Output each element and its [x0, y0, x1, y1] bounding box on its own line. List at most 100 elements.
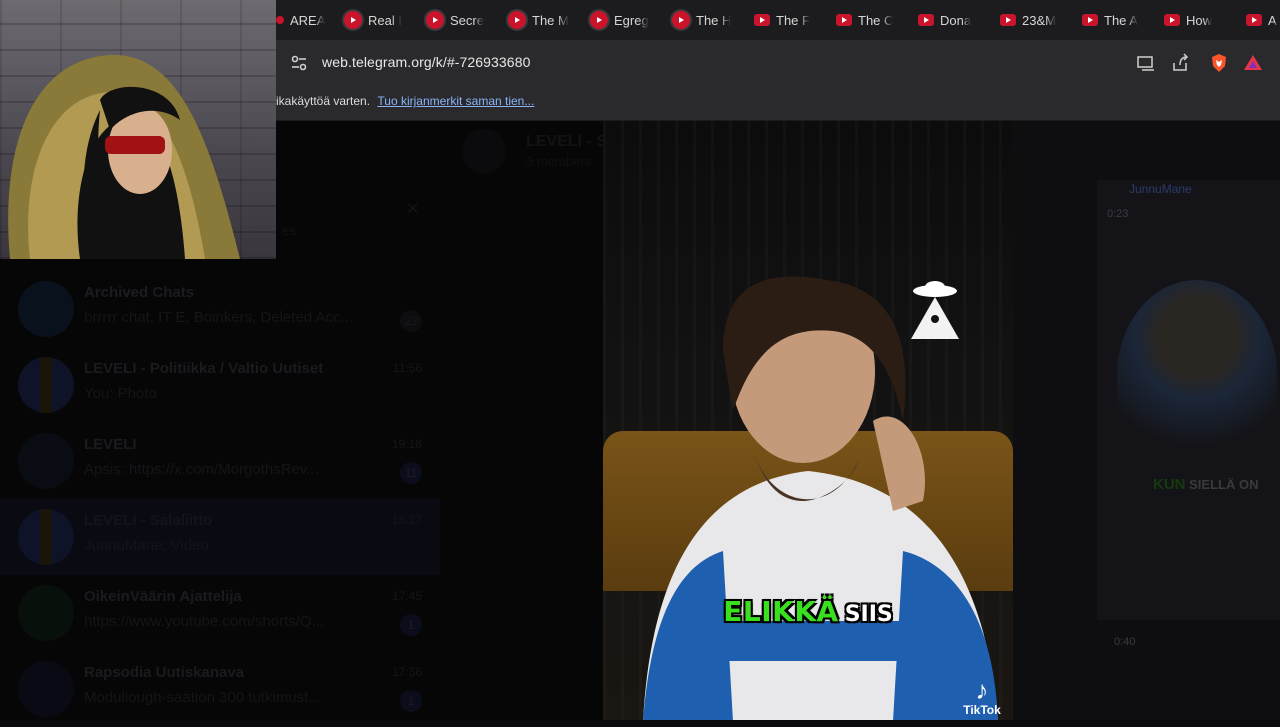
side-caption-rest: SIELLÄ ON: [1189, 477, 1259, 492]
side-caption-highlight: KUN: [1153, 476, 1186, 493]
bookmarks-bar: ikakäyttöä varten. Tuo kirjanmerkit sama…: [276, 86, 1280, 121]
caption-highlight: ELIKKÄ: [723, 595, 839, 628]
chat-title: Archived Chats: [84, 284, 195, 301]
video-duration: 0:40: [1114, 636, 1136, 648]
chat-title: LEVELI: [84, 436, 137, 453]
video-caption: ELIKKÄ SIIS: [603, 595, 1013, 628]
chat-header-title[interactable]: LEVELI - S: [526, 133, 607, 151]
tab-title: A: [1268, 12, 1277, 28]
unread-badge: 1: [400, 690, 422, 712]
browser-tab[interactable]: The H: [662, 0, 744, 40]
chat-avatar: [18, 433, 74, 489]
browser-tab[interactable]: A: [1236, 0, 1280, 40]
browser-tab[interactable]: Egreg: [580, 0, 662, 40]
brave-shield-icon[interactable]: [1209, 53, 1229, 73]
browser-tab[interactable]: The C: [826, 0, 908, 40]
unread-badge: 22: [400, 310, 422, 332]
chat-time: 11:56: [392, 361, 422, 375]
chat-title: LEVELI - Politiikka / Valtio Uutiset: [84, 360, 324, 377]
tab-title: The F: [776, 12, 810, 28]
close-icon[interactable]: ✕: [406, 199, 419, 219]
media-preview-side: JunnuMane 0:23 KUN SIELLÄ ON: [1097, 180, 1280, 620]
chat-title: LEVELI - Salaliitto: [84, 512, 213, 529]
tab-title: Egreg: [614, 12, 649, 28]
tab-title: The H: [696, 12, 732, 28]
youtube-icon: [1000, 14, 1016, 26]
tab-strip: AREA Real I Secre The M Egreg The H The …: [276, 0, 1280, 40]
browser-tab[interactable]: 23&M: [990, 0, 1072, 40]
chat-preview: brrrrr chat, IT E, Boinkers, Deleted Acc…: [84, 309, 353, 326]
caption-rest: SIIS: [844, 602, 893, 627]
tab-title: How: [1186, 12, 1213, 28]
person-figure: [643, 276, 998, 720]
chat-time: 18:27: [391, 513, 422, 527]
chat-item[interactable]: LEVELI - Politiikka / Valtio Uutiset You…: [0, 347, 440, 423]
import-bookmarks-link[interactable]: Tuo kirjanmerkit saman tien...: [377, 94, 534, 108]
youtube-icon: [754, 14, 770, 26]
tab-favicon-icon: [276, 16, 284, 24]
youtube-icon: [508, 11, 526, 29]
browser-tab[interactable]: The F: [744, 0, 826, 40]
webcam-overlay: [0, 0, 276, 259]
site-settings-icon[interactable]: [290, 54, 308, 72]
unread-badge: 1: [400, 614, 422, 636]
tab-title: AREA: [290, 12, 326, 28]
tiktok-label: TikTok: [963, 703, 1001, 717]
chat-avatar: [18, 357, 74, 413]
tab-title: Secre: [450, 12, 484, 28]
browser-tab[interactable]: How: [1154, 0, 1236, 40]
youtube-icon: [918, 14, 934, 26]
browser-tab[interactable]: Real I: [334, 0, 416, 40]
blurred-person: [1117, 280, 1277, 470]
tab-title: The A: [1104, 12, 1138, 28]
chat-preview: Moduliough-saation 300 tutkimust...: [84, 689, 321, 706]
ufo-logo-icon: [911, 281, 959, 339]
chat-header-avatar: [462, 129, 506, 173]
bookmark-hint-text: ikakäyttöä varten.: [276, 94, 371, 108]
browser-tab[interactable]: Secre: [416, 0, 498, 40]
youtube-icon: [344, 11, 362, 29]
browser-tab[interactable]: The M: [498, 0, 580, 40]
browser-tab[interactable]: AREA: [276, 0, 334, 40]
url-input[interactable]: web.telegram.org/k/#-726933680: [322, 54, 530, 70]
chat-list: Archived Chats brrrrr chat, IT E, Boinke…: [0, 271, 440, 727]
youtube-icon: [1082, 14, 1098, 26]
chat-item-active[interactable]: LEVELI - Salaliitto JunnuMane: Video 18:…: [0, 499, 440, 575]
chat-time: 17:45: [391, 589, 422, 603]
install-app-icon[interactable]: [1136, 53, 1156, 73]
chat-preview: Apsis: https://x.com/MorgothsRev...: [84, 461, 319, 478]
browser-tab[interactable]: Dona: [908, 0, 990, 40]
side-caption: KUN SIELLÄ ON: [1153, 476, 1258, 493]
video-duration: 0:23: [1107, 208, 1129, 220]
tiktok-icon: ♪: [975, 675, 989, 705]
chat-preview: You: Photo: [84, 385, 157, 402]
youtube-icon: [1164, 14, 1180, 26]
youtube-icon: [426, 11, 444, 29]
sender-name: JunnuMane: [1129, 182, 1192, 196]
chat-title: Rapsodia Uutiskanava: [84, 664, 245, 681]
brave-rewards-icon[interactable]: [1243, 53, 1263, 73]
tiktok-watermark: ♪ TikTok: [955, 677, 1009, 717]
youtube-icon: [672, 11, 690, 29]
chat-item[interactable]: OikeinVäärin Ajattelija https://www.yout…: [0, 575, 440, 651]
tab-title: Real I: [368, 12, 402, 28]
chat-preview: https://www.youtube.com/shorts/Q...: [84, 613, 325, 630]
youtube-icon: [590, 11, 608, 29]
chat-item[interactable]: LEVELI Apsis: https://x.com/MorgothsRev.…: [0, 423, 440, 499]
chat-title: OikeinVäärin Ajattelija: [84, 588, 242, 605]
chat-item-archived[interactable]: Archived Chats brrrrr chat, IT E, Boinke…: [0, 271, 440, 347]
tab-title: The C: [858, 12, 894, 28]
chat-preview: JunnuMane: Video: [84, 537, 209, 554]
youtube-icon: [836, 14, 852, 26]
chat-time: 17:36: [391, 665, 422, 679]
address-bar: web.telegram.org/k/#-726933680: [276, 40, 1280, 86]
archive-icon: [18, 281, 74, 337]
share-icon[interactable]: [1170, 53, 1190, 73]
chat-item[interactable]: Rapsodia Uutiskanava Moduliough-saation …: [0, 651, 440, 727]
chat-avatar: [18, 585, 74, 641]
chat-avatar: [18, 509, 74, 565]
media-viewer-video[interactable]: ELIKKÄ SIIS ♪ TikTok: [603, 121, 1013, 720]
tab-title: Dona: [940, 12, 972, 28]
browser-tab[interactable]: The A: [1072, 0, 1154, 40]
tab-title: 23&M: [1022, 12, 1056, 28]
